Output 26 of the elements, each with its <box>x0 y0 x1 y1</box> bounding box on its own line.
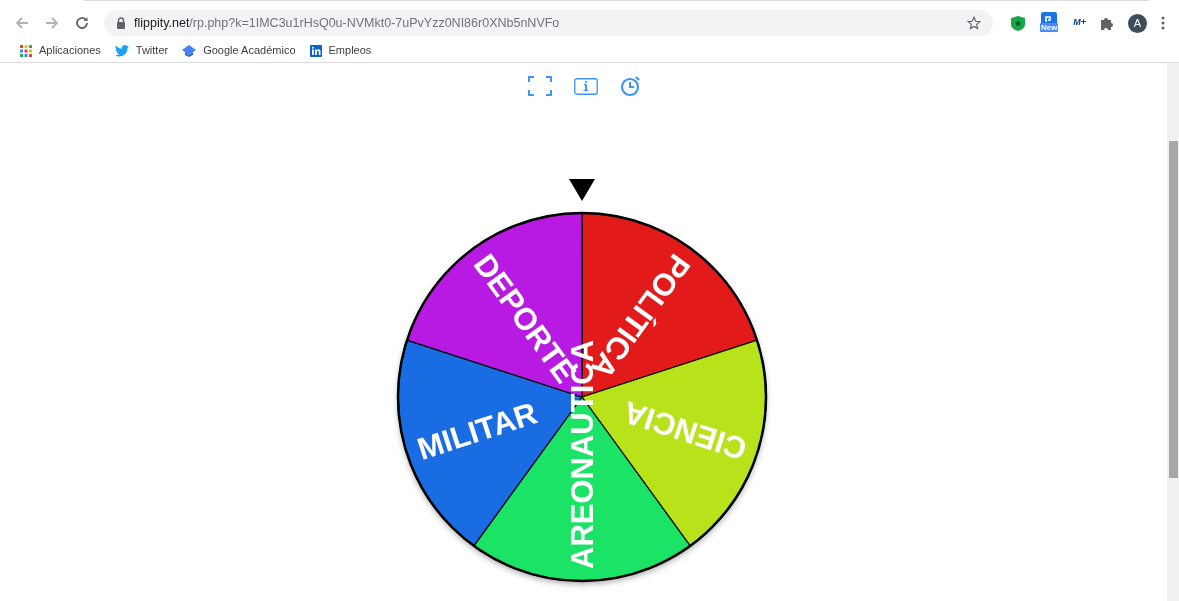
bookmark-link[interactable]: Empleos <box>328 42 372 59</box>
timer-icon[interactable] <box>619 75 642 97</box>
scrollbar[interactable] <box>1167 63 1179 601</box>
url-text: flippity.net/rp.php?k=1IMC3u1rHsQ0u-NVMkt0-7uPvYzz0NI86r0XNb5nNVFo <box>134 14 560 32</box>
graduation-cap-icon <box>182 44 197 57</box>
menu-dots-icon[interactable] <box>1161 16 1165 30</box>
extension-logo[interactable]: M+ <box>1073 16 1086 30</box>
bookmark-link[interactable]: Twitter <box>135 42 169 59</box>
profile-avatar[interactable]: A <box>1128 13 1147 33</box>
lock-icon <box>116 17 126 29</box>
bookmark-link[interactable]: Google Académico <box>203 42 296 59</box>
address-bar[interactable]: flippity.net/rp.php?k=1IMC3u1rHsQ0u-NVMkt0-7uPvYzz0NI86r0XNb5nNVFo <box>104 10 994 36</box>
back-arrow-icon[interactable] <box>14 15 30 31</box>
apps-grid-icon <box>20 44 32 57</box>
info-icon[interactable] <box>573 77 598 95</box>
puzzle-icon[interactable] <box>1100 16 1114 30</box>
fullscreen-icon[interactable] <box>527 76 552 96</box>
bird-icon <box>114 44 129 57</box>
pointer-icon <box>568 179 595 201</box>
shield-icon[interactable] <box>1011 15 1026 31</box>
bookmark-link[interactable]: Aplicaciones <box>39 42 101 59</box>
in-logo-icon <box>309 44 322 57</box>
forward-arrow-icon[interactable] <box>44 15 60 31</box>
star-icon[interactable] <box>967 16 982 30</box>
new-badge: New <box>1040 23 1059 32</box>
reload-icon[interactable] <box>74 15 90 31</box>
